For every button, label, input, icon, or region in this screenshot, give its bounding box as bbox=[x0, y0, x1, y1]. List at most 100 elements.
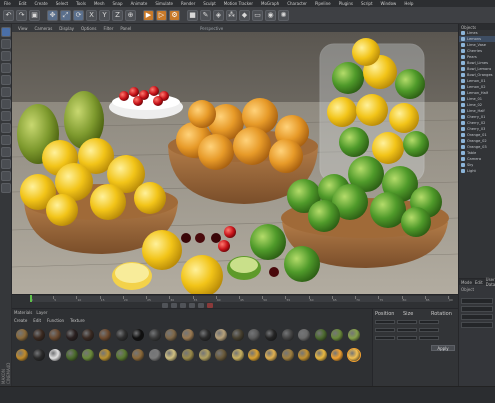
material-swatch[interactable] bbox=[99, 349, 111, 361]
cube-icon[interactable]: ■ bbox=[187, 9, 198, 21]
material-swatch[interactable] bbox=[347, 348, 361, 362]
y-axis-icon[interactable]: Y bbox=[99, 9, 110, 21]
viewport-menu-panel[interactable]: Panel bbox=[120, 26, 131, 31]
coord-field[interactable] bbox=[375, 327, 395, 332]
viewport-menu-options[interactable]: Options bbox=[81, 26, 96, 31]
viewport-menu-cameras[interactable]: Cameras bbox=[35, 26, 53, 31]
coord-icon[interactable]: ⊕ bbox=[125, 9, 136, 21]
material-swatch[interactable] bbox=[248, 349, 261, 361]
menu-item-motion-tracker[interactable]: Motion Tracker bbox=[224, 1, 253, 6]
material-swatch[interactable] bbox=[182, 349, 194, 361]
material-swatch[interactable] bbox=[298, 329, 311, 341]
material-swatch[interactable] bbox=[49, 349, 62, 361]
coord-field[interactable] bbox=[375, 319, 395, 324]
material-swatch[interactable] bbox=[231, 329, 244, 341]
left-tool-button[interactable] bbox=[1, 183, 11, 193]
render-settings-icon[interactable]: ⚙ bbox=[169, 9, 180, 21]
material-swatch[interactable] bbox=[65, 349, 78, 361]
viewport-menu-filter[interactable]: Filter bbox=[103, 26, 113, 31]
left-tool-button[interactable] bbox=[1, 171, 11, 181]
material-swatch[interactable] bbox=[65, 329, 78, 341]
material-swatch[interactable] bbox=[165, 349, 178, 361]
attr-tab-mode[interactable]: Mode bbox=[461, 280, 472, 285]
z-axis-icon[interactable]: Z bbox=[112, 9, 123, 21]
undo-icon[interactable]: ↶ bbox=[3, 9, 14, 21]
attr-tab-userdata[interactable]: User Data bbox=[486, 277, 495, 287]
menu-item-plugins[interactable]: Plugins bbox=[339, 1, 353, 6]
material-swatch[interactable] bbox=[198, 349, 211, 361]
menu-item-select[interactable]: Select bbox=[56, 1, 68, 6]
coord-field[interactable] bbox=[397, 327, 417, 332]
menu-item-tools[interactable]: Tools bbox=[76, 1, 86, 6]
object-row[interactable]: Light bbox=[459, 168, 495, 174]
floor-icon[interactable]: ▭ bbox=[252, 9, 263, 21]
material-swatch[interactable] bbox=[82, 349, 95, 361]
subdivide-icon[interactable]: ◈ bbox=[213, 9, 224, 21]
tab-layer[interactable]: Layer bbox=[36, 310, 47, 316]
menu-item-script[interactable]: Script bbox=[361, 1, 373, 6]
left-tool-button[interactable] bbox=[1, 51, 11, 61]
material-swatch[interactable] bbox=[198, 329, 211, 341]
menu-item-render[interactable]: Render bbox=[181, 1, 195, 6]
material-swatch[interactable] bbox=[99, 329, 111, 341]
timeline[interactable]: 051015202530354045505560657075808590 bbox=[12, 294, 458, 308]
deformer-icon[interactable]: ◆ bbox=[239, 9, 250, 21]
left-tool-button[interactable] bbox=[1, 123, 11, 133]
left-tool-button[interactable] bbox=[1, 111, 11, 121]
scale-icon[interactable]: ⤢ bbox=[60, 9, 71, 21]
material-swatch[interactable] bbox=[16, 329, 28, 341]
material-swatch[interactable] bbox=[265, 349, 277, 361]
mat-menu-create[interactable]: Create bbox=[14, 318, 27, 324]
material-swatch[interactable] bbox=[331, 349, 344, 361]
material-swatch[interactable] bbox=[49, 329, 62, 341]
material-swatch[interactable] bbox=[248, 329, 261, 341]
menu-item-file[interactable]: File bbox=[4, 1, 11, 6]
material-swatch[interactable] bbox=[298, 349, 311, 361]
coord-field[interactable] bbox=[419, 319, 439, 324]
material-swatch[interactable] bbox=[16, 349, 28, 361]
material-swatch[interactable] bbox=[215, 349, 228, 361]
material-swatch[interactable] bbox=[132, 349, 145, 361]
material-swatch[interactable] bbox=[32, 349, 45, 361]
timeline-ruler[interactable]: 051015202530354045505560657075808590 bbox=[30, 296, 453, 302]
tab-materials[interactable]: Materials bbox=[14, 310, 32, 316]
left-tool-button[interactable] bbox=[1, 27, 11, 37]
attr-field[interactable] bbox=[461, 314, 493, 320]
left-tool-button[interactable] bbox=[1, 87, 11, 97]
material-swatch[interactable] bbox=[281, 329, 294, 341]
menu-item-window[interactable]: Window bbox=[381, 1, 397, 6]
menu-item-animate[interactable]: Animate bbox=[131, 1, 148, 6]
apply-button[interactable]: Apply bbox=[431, 345, 455, 351]
mat-menu-edit[interactable]: Edit bbox=[33, 318, 41, 324]
left-tool-button[interactable] bbox=[1, 147, 11, 157]
viewport-menu-display[interactable]: Display bbox=[59, 26, 74, 31]
array-icon[interactable]: ⁂ bbox=[226, 9, 237, 21]
coord-field[interactable] bbox=[397, 335, 417, 340]
menu-item-mograph[interactable]: MoGraph bbox=[261, 1, 279, 6]
left-tool-button[interactable] bbox=[1, 75, 11, 85]
select-icon[interactable]: ▣ bbox=[29, 9, 40, 21]
material-swatch[interactable] bbox=[215, 329, 228, 341]
x-axis-icon[interactable]: X bbox=[86, 9, 97, 21]
material-swatch[interactable] bbox=[115, 329, 128, 341]
material-swatch[interactable] bbox=[314, 349, 327, 361]
attr-field[interactable] bbox=[461, 306, 493, 312]
menu-item-snap[interactable]: Snap bbox=[112, 1, 122, 6]
material-swatch[interactable] bbox=[115, 349, 128, 361]
material-swatch[interactable] bbox=[314, 329, 327, 341]
material-swatch[interactable] bbox=[348, 329, 360, 341]
render-pv-icon[interactable]: ▷ bbox=[156, 9, 167, 21]
mat-menu-function[interactable]: Function bbox=[47, 318, 64, 324]
left-tool-button[interactable] bbox=[1, 63, 11, 73]
attr-field[interactable] bbox=[461, 298, 493, 304]
mat-menu-texture[interactable]: Texture bbox=[70, 318, 85, 324]
material-swatch[interactable] bbox=[148, 329, 161, 341]
menu-item-help[interactable]: Help bbox=[404, 1, 413, 6]
left-tool-button[interactable] bbox=[1, 135, 11, 145]
material-swatch[interactable] bbox=[32, 329, 45, 341]
material-swatch[interactable] bbox=[331, 329, 344, 341]
material-swatch[interactable] bbox=[132, 329, 145, 341]
menu-item-mesh[interactable]: Mesh bbox=[94, 1, 105, 6]
material-swatch[interactable] bbox=[165, 329, 178, 341]
playhead[interactable] bbox=[30, 295, 32, 302]
